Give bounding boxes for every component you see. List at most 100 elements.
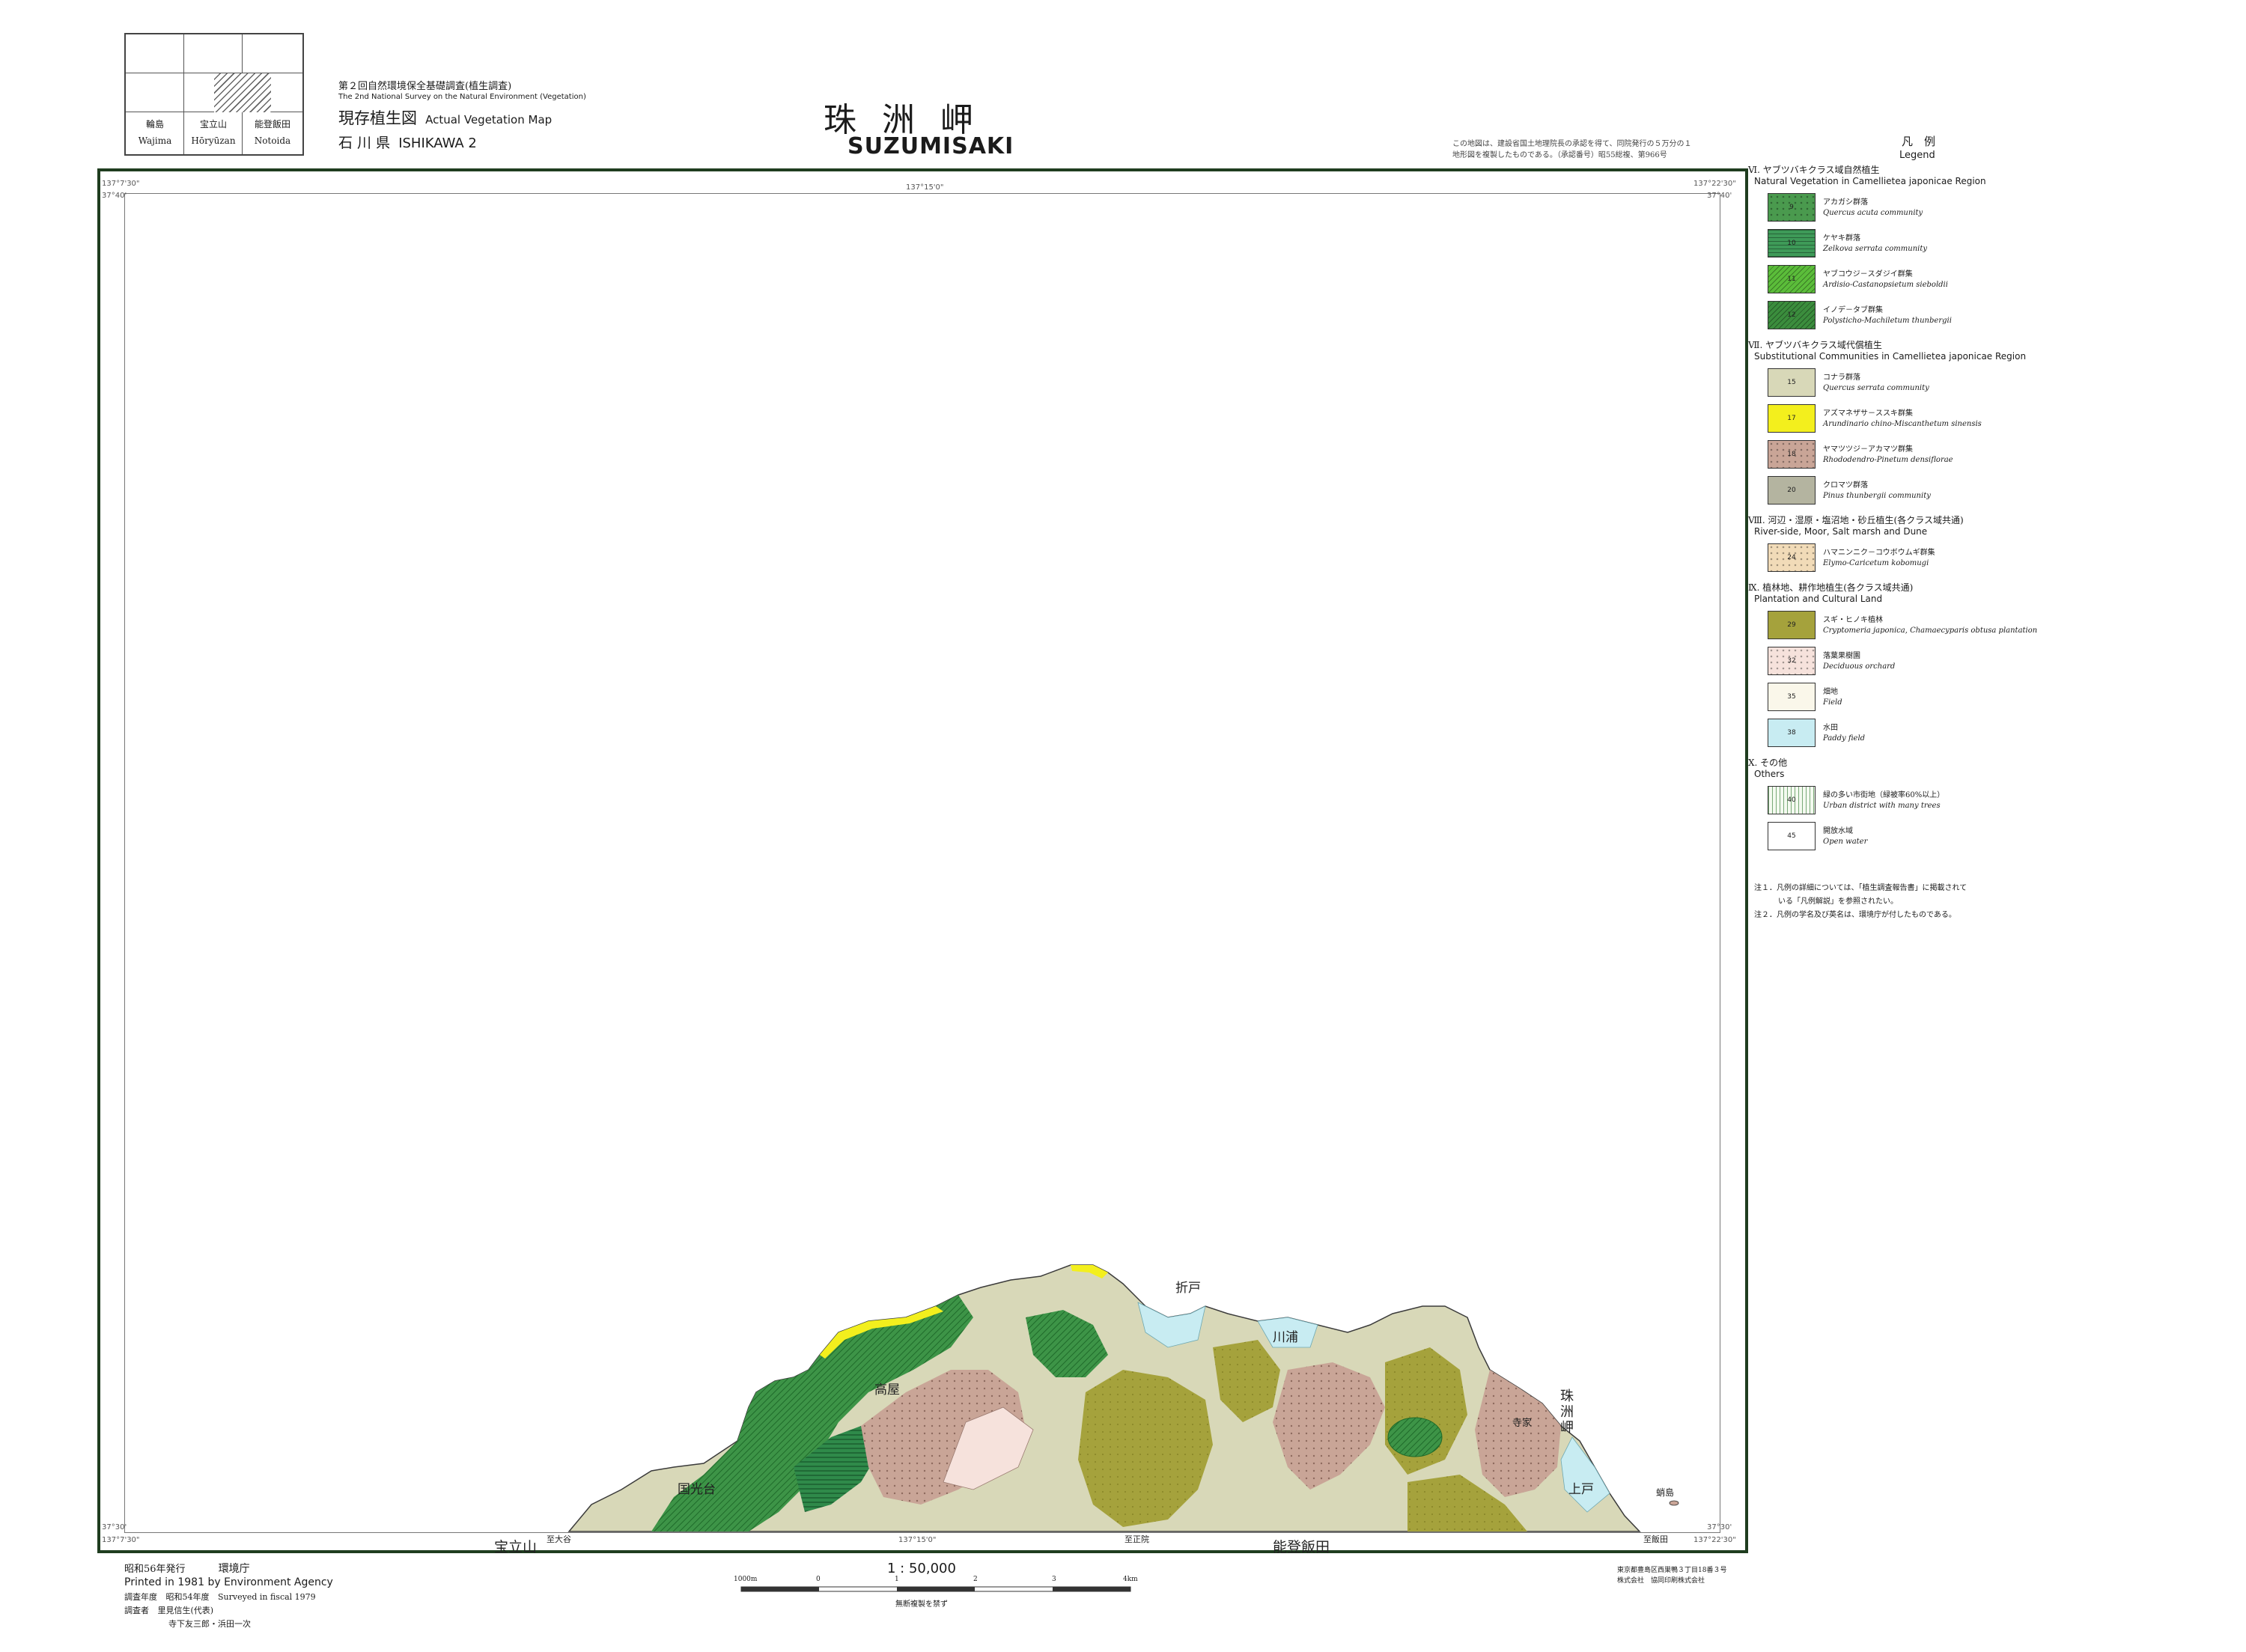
legend-item-ja: ヤマツツジ－アカマツ群集	[1823, 445, 1913, 454]
survey-year-en: Surveyed in fiscal 1979	[218, 1592, 316, 1602]
legend-section-heading-ja: Ⅶ. ヤブツバキクラス域代償植生	[1748, 340, 1882, 350]
island-name: 蛸島	[1656, 1487, 1675, 1498]
legend-swatch: 40	[1768, 786, 1816, 814]
legend-item-ja: 開放水域	[1823, 827, 1853, 835]
legend-item-ja: アズマネザサ－ススキ群集	[1823, 409, 1913, 418]
legend-note: いる「凡例解説」を参照されたい。	[1778, 897, 1898, 906]
coord-label: 137°7'30"	[102, 180, 140, 188]
legend-item-en: Rhododendro-Pinetum densiflorae	[1823, 456, 1953, 464]
publish-line: 昭和56年発行 環境庁	[124, 1563, 250, 1576]
legend-item-ja: コナラ群落	[1823, 374, 1860, 382]
surveyors: 里見信生(代表)	[157, 1606, 214, 1615]
legend-item-en: Open water	[1823, 838, 1868, 846]
legend-section-heading-ja: Ⅸ. 植林地、耕作地植生(各クラス域共通)	[1748, 582, 1914, 593]
legend-swatch: 20	[1768, 476, 1816, 505]
place-name: 折戸	[1175, 1281, 1201, 1296]
legend-swatch: 17	[1768, 404, 1816, 433]
survey-year-ja: 昭和54年度	[165, 1592, 210, 1602]
legend-item-ja: クロマツ群落	[1823, 481, 1868, 490]
island	[1669, 1500, 1679, 1506]
legend-swatch: 12	[1768, 301, 1816, 329]
scale-bar	[740, 1586, 1131, 1592]
legend-item-ja: イノデ－タブ群集	[1823, 306, 1883, 314]
road-destination: 至飯田	[1643, 1534, 1668, 1544]
legend-section-heading-en: Plantation and Cultural Land	[1754, 594, 1883, 604]
legend-item-en: Arundinario chino-Miscanthetum sinensis	[1823, 420, 1982, 428]
legend-body: Ⅵ. ヤブツバキクラス域自然植生 Natural Vegetation in Ca…	[1748, 165, 2242, 1048]
scale-tick: 2	[973, 1576, 978, 1583]
publish-en: Printed in 1981 by Environment Agency	[124, 1576, 333, 1588]
coord-label: 37°40'	[1707, 192, 1732, 200]
legend-section-heading-ja: Ⅵ. ヤブツバキクラス域自然植生	[1748, 165, 1880, 175]
coord-label: 137°7'30"	[102, 1536, 140, 1544]
legend-item-en: Zelkova serrata community	[1823, 245, 1927, 253]
legend-item-ja: 畑地	[1823, 688, 1838, 696]
road-destination: 至正院	[1124, 1534, 1149, 1544]
legend-section-heading-ja: Ⅹ. その他	[1748, 758, 1788, 768]
scale-tick: 3	[1052, 1576, 1056, 1583]
legend-item-ja: スギ・ヒノキ植林	[1823, 616, 1883, 624]
cape-name: 珠洲岬	[1558, 1389, 1574, 1436]
legend-item-en: Elymo-Caricetum kobomugi	[1823, 559, 1929, 567]
survey-year-label: 調査年度	[124, 1592, 157, 1602]
legend-item-en: Polysticho-Machiletum thunbergii	[1823, 317, 1952, 325]
coord-label: 37°40'	[102, 192, 127, 200]
coord-label: 37°30'	[1707, 1523, 1732, 1531]
legend-item-en: Ardisio-Castanopsietum sieboldii	[1823, 281, 1948, 289]
legend-item-en: Pinus thunbergii community	[1823, 492, 1931, 500]
legend-item-ja: ヤブコウジ－スダジイ群集	[1823, 270, 1913, 278]
scale-tick: 0	[816, 1576, 821, 1583]
legend-swatch: 11	[1768, 265, 1816, 293]
legend-swatch: 32	[1768, 647, 1816, 675]
legend-swatch: 45	[1768, 822, 1816, 850]
legend-item-en: Quercus serrata community	[1823, 384, 1929, 392]
copy-prohibited: 無断複製を禁ず	[895, 1600, 948, 1609]
legend-item-ja: 緑の多い市街地（緑被率60%以上）	[1823, 791, 1945, 799]
surveyors-2: 寺下友三郎・浜田一次	[168, 1619, 251, 1629]
legend-item-ja: ハマニンニク－コウボウムギ群集	[1823, 549, 1935, 557]
place-name: 国光台	[678, 1482, 716, 1497]
legend-item-en: Quercus acuta community	[1823, 209, 1923, 217]
legend-item-en: Cryptomeria japonica, Chamaecyparis obtu…	[1823, 627, 2038, 635]
place-name: 上戸	[1568, 1482, 1594, 1497]
printer-address: 東京都豊島区西巣鴨３丁目18番３号	[1617, 1567, 1727, 1574]
legend-item-en: Urban district with many trees	[1823, 802, 1941, 810]
publish-date: 昭和56年発行	[124, 1564, 186, 1575]
publisher: 環境庁	[218, 1563, 250, 1575]
legend-swatch: 38	[1768, 719, 1816, 747]
printer-name: 株式会社 協同印刷株式会社	[1617, 1577, 1705, 1585]
legend-note: 注２．凡例の学名及び英名は、環境庁が付したものである。	[1754, 911, 1956, 919]
place-name: 寺家	[1512, 1418, 1533, 1429]
adjacent-map-name: 宝立山	[494, 1539, 538, 1555]
legend-swatch: 18	[1768, 440, 1816, 469]
coord-label: 37°30'	[102, 1523, 127, 1531]
legend-swatch: 24	[1768, 543, 1816, 572]
legend-title-en: Legend	[1899, 150, 1935, 161]
legend-swatch: 29	[1768, 611, 1816, 639]
place-name: 川浦	[1273, 1330, 1298, 1345]
legend-item-ja: アカガシ群落	[1823, 198, 1868, 207]
legend-item-ja: 落葉果樹園	[1823, 652, 1860, 660]
surveyors-label: 調査者	[124, 1606, 149, 1615]
legend-section-heading-ja: Ⅷ. 河辺・湿原・塩沼地・砂丘植生(各クラス域共通)	[1748, 515, 1964, 525]
legend-item-ja: 水田	[1823, 724, 1838, 732]
scale-tick: 4km	[1123, 1576, 1138, 1583]
legend-section-heading-en: Natural Vegetation in Camellietea japoni…	[1754, 176, 1986, 186]
legend-item-en: Field	[1823, 698, 1842, 707]
coord-label: 137°22'30"	[1693, 180, 1736, 188]
legend-swatch: 15	[1768, 368, 1816, 397]
legend-note: 注１．凡例の詳細については、「植生調査報告書」に掲載されて	[1754, 884, 1967, 892]
legend-item-en: Deciduous orchard	[1823, 662, 1896, 671]
coord-label: 137°15'0"	[898, 1536, 937, 1544]
legend-title-ja: 凡 例	[1902, 135, 1936, 148]
surveyors-line: 調査者 里見信生(代表)	[124, 1605, 213, 1617]
legend-swatch: 10	[1768, 229, 1816, 257]
scale-tick: 1000m	[734, 1576, 758, 1583]
adjacent-map-name: 能登飯田	[1273, 1539, 1330, 1555]
coord-label: 137°22'30"	[1693, 1536, 1736, 1544]
legend-section-heading-en: Others	[1754, 769, 1785, 779]
scale-tick: 1	[895, 1576, 899, 1583]
legend-item-ja: ケヤキ群落	[1823, 234, 1860, 243]
survey-year-line: 調査年度 昭和54年度 Surveyed in fiscal 1979	[124, 1591, 316, 1603]
legend-swatch: 35	[1768, 683, 1816, 711]
